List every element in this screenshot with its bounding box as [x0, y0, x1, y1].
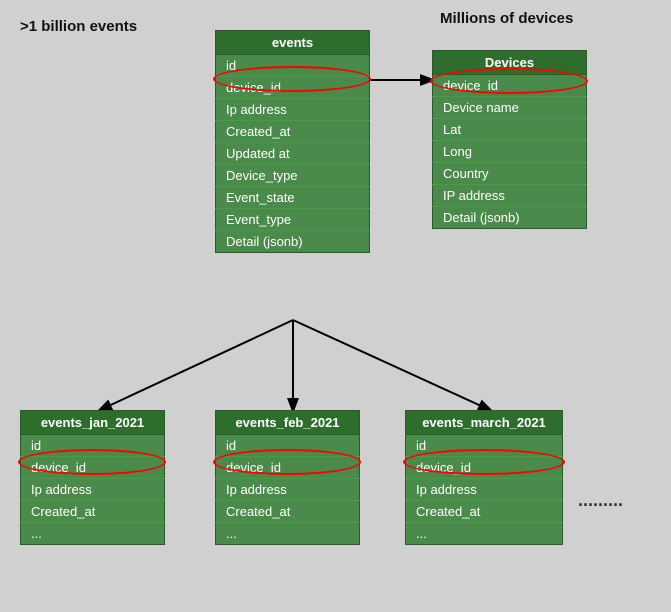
- table-row: Device name: [433, 97, 587, 119]
- table-row: Ip address: [216, 99, 370, 121]
- table-row: Long: [433, 141, 587, 163]
- table-row: id: [216, 55, 370, 77]
- table-cell: ...: [21, 523, 165, 545]
- table-cell: device_id: [216, 77, 370, 99]
- events-march-title: events_march_2021: [406, 411, 563, 435]
- table-cell: Detail (jsonb): [433, 207, 587, 229]
- table-row: Ip address: [406, 479, 563, 501]
- table-cell: Long: [433, 141, 587, 163]
- table-cell: Event_type: [216, 209, 370, 231]
- table-row: Updated at: [216, 143, 370, 165]
- table-row: Event_type: [216, 209, 370, 231]
- table-cell: Created_at: [406, 501, 563, 523]
- table-cell: Country: [433, 163, 587, 185]
- billion-events-label: >1 billion events: [20, 18, 137, 35]
- table-row: Country: [433, 163, 587, 185]
- table-cell: id: [406, 435, 563, 457]
- table-row: device_id: [406, 457, 563, 479]
- table-row: Ip address: [21, 479, 165, 501]
- table-cell: Device name: [433, 97, 587, 119]
- table-row: Detail (jsonb): [216, 231, 370, 253]
- table-row: device_id: [216, 457, 360, 479]
- table-cell: ...: [406, 523, 563, 545]
- table-cell: Created_at: [21, 501, 165, 523]
- table-cell: id: [216, 435, 360, 457]
- events-jan-title: events_jan_2021: [21, 411, 165, 435]
- table-row: Device_type: [216, 165, 370, 187]
- table-cell: IP address: [433, 185, 587, 207]
- table-row: IP address: [433, 185, 587, 207]
- events-feb-title: events_feb_2021: [216, 411, 360, 435]
- table-cell: device_id: [406, 457, 563, 479]
- table-cell: Ip address: [216, 479, 360, 501]
- table-row: ...: [406, 523, 563, 545]
- table-row: Created_at: [21, 501, 165, 523]
- ellipsis-label: .........: [578, 490, 623, 511]
- table-row: device_id: [216, 77, 370, 99]
- table-row: Created_at: [406, 501, 563, 523]
- table-row: device_id: [433, 75, 587, 97]
- table-row: device_id: [21, 457, 165, 479]
- table-row: ...: [216, 523, 360, 545]
- table-cell: ...: [216, 523, 360, 545]
- table-row: id: [216, 435, 360, 457]
- table-row: id: [406, 435, 563, 457]
- table-row: ...: [21, 523, 165, 545]
- table-row: Created_at: [216, 121, 370, 143]
- table-cell: device_id: [21, 457, 165, 479]
- table-row: Event_state: [216, 187, 370, 209]
- millions-devices-label: Millions of devices: [440, 10, 573, 27]
- devices-table: Devices device_idDevice nameLatLongCount…: [432, 50, 587, 229]
- events-table-title: events: [216, 31, 370, 55]
- table-cell: id: [216, 55, 370, 77]
- table-row: Ip address: [216, 479, 360, 501]
- table-cell: Ip address: [216, 99, 370, 121]
- table-cell: Created_at: [216, 501, 360, 523]
- events-march-table: events_march_2021 iddevice_idIp addressC…: [405, 410, 563, 545]
- events-table: events iddevice_idIp addressCreated_atUp…: [215, 30, 370, 253]
- table-cell: Lat: [433, 119, 587, 141]
- table-row: Detail (jsonb): [433, 207, 587, 229]
- table-cell: id: [21, 435, 165, 457]
- table-cell: Event_state: [216, 187, 370, 209]
- table-row: Lat: [433, 119, 587, 141]
- table-row: Created_at: [216, 501, 360, 523]
- table-cell: Ip address: [21, 479, 165, 501]
- table-cell: Ip address: [406, 479, 563, 501]
- table-cell: Detail (jsonb): [216, 231, 370, 253]
- devices-table-title: Devices: [433, 51, 587, 75]
- events-feb-table: events_feb_2021 iddevice_idIp addressCre…: [215, 410, 360, 545]
- table-cell: Device_type: [216, 165, 370, 187]
- diagram-container: >1 billion events Millions of devices ev…: [0, 0, 671, 612]
- table-cell: Created_at: [216, 121, 370, 143]
- table-cell: Updated at: [216, 143, 370, 165]
- events-jan-table: events_jan_2021 iddevice_idIp addressCre…: [20, 410, 165, 545]
- table-cell: device_id: [433, 75, 587, 97]
- table-cell: device_id: [216, 457, 360, 479]
- table-row: id: [21, 435, 165, 457]
